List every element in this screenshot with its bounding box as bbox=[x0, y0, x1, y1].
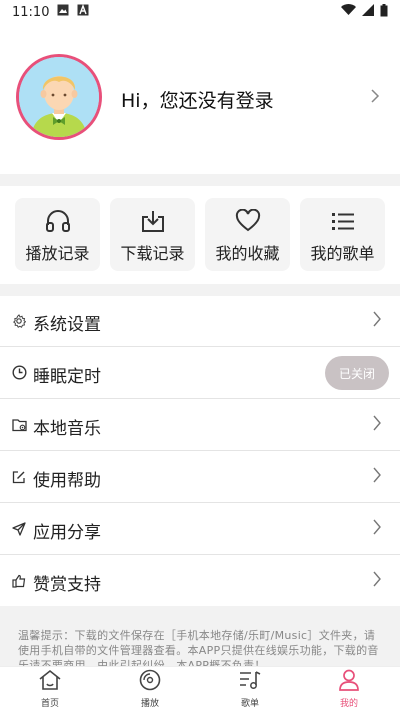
tab-play-label: 播放 bbox=[140, 699, 159, 709]
my-playlists-button[interactable]: 我的歌单 bbox=[300, 198, 385, 271]
sleep-timer-toggle[interactable]: 已关闭 bbox=[325, 356, 389, 390]
chevron-right-icon bbox=[372, 570, 382, 592]
tab-playlists[interactable]: 歌单 bbox=[220, 669, 280, 711]
tab-play[interactable]: 播放 bbox=[120, 669, 180, 711]
quick-actions: 播放记录 下载记录 我的收藏 我的歌单 bbox=[0, 186, 400, 282]
tab-home-label: 首页 bbox=[40, 699, 59, 709]
download-icon bbox=[140, 207, 166, 235]
section-divider bbox=[0, 174, 400, 186]
gear-icon bbox=[12, 313, 27, 332]
login-prompt[interactable]: Hi，您还没有登录 bbox=[121, 86, 274, 113]
system-settings-item[interactable]: 系统设置 bbox=[0, 296, 400, 347]
avatar[interactable] bbox=[16, 54, 102, 140]
status-bar: 11:10 bbox=[0, 0, 400, 24]
thumbs-up-icon bbox=[12, 573, 26, 592]
sleep-timer-label: 睡眠定时 bbox=[33, 367, 101, 387]
battery-icon bbox=[380, 3, 388, 21]
help-item[interactable]: 使用帮助 bbox=[0, 452, 400, 503]
tab-playlists-label: 歌单 bbox=[240, 699, 259, 709]
image-notification-icon bbox=[57, 4, 69, 20]
download-notice: 温馨提示：下载的文件保存在［手机本地存储/乐町/Music］文件夹，请使用手机自… bbox=[0, 606, 400, 666]
list-icon bbox=[330, 207, 356, 235]
chevron-right-icon bbox=[370, 88, 380, 108]
download-history-label: 下载记录 bbox=[120, 244, 185, 263]
chevron-right-icon bbox=[372, 414, 382, 436]
status-time: 11:10 bbox=[12, 4, 50, 20]
local-music-label: 本地音乐 bbox=[33, 419, 101, 439]
chevron-right-icon bbox=[372, 518, 382, 540]
disc-icon bbox=[138, 669, 162, 695]
tab-me-label: 我的 bbox=[339, 699, 358, 709]
tab-me[interactable]: 我的 bbox=[319, 669, 379, 711]
download-history-button[interactable]: 下载记录 bbox=[110, 198, 195, 271]
support-label: 赞赏支持 bbox=[33, 575, 101, 595]
headphones-icon bbox=[45, 207, 71, 235]
system-settings-label: 系统设置 bbox=[33, 315, 101, 335]
user-icon bbox=[337, 669, 361, 695]
a-notification-icon bbox=[77, 4, 89, 20]
sleep-timer-item[interactable]: 睡眠定时 已关闭 bbox=[0, 348, 400, 399]
profile-header[interactable]: Hi，您还没有登录 bbox=[0, 24, 400, 174]
local-music-item[interactable]: 本地音乐 bbox=[0, 400, 400, 451]
section-divider bbox=[0, 284, 400, 296]
wifi-icon bbox=[341, 4, 356, 20]
clock-icon bbox=[12, 365, 27, 384]
support-item[interactable]: 赞赏支持 bbox=[0, 556, 400, 607]
my-favorites-label: 我的收藏 bbox=[215, 244, 280, 263]
share-app-item[interactable]: 应用分享 bbox=[0, 504, 400, 555]
my-favorites-button[interactable]: 我的收藏 bbox=[205, 198, 290, 271]
chevron-right-icon bbox=[372, 310, 382, 332]
send-icon bbox=[12, 521, 26, 540]
play-history-label: 播放记录 bbox=[25, 244, 90, 263]
tab-home[interactable]: 首页 bbox=[20, 669, 80, 711]
my-playlists-label: 我的歌单 bbox=[310, 244, 375, 263]
heart-icon bbox=[235, 207, 261, 235]
home-icon bbox=[38, 669, 62, 695]
signal-icon bbox=[362, 4, 374, 20]
share-app-label: 应用分享 bbox=[33, 523, 101, 543]
help-label: 使用帮助 bbox=[33, 471, 101, 491]
playlist-icon bbox=[238, 669, 262, 695]
play-history-button[interactable]: 播放记录 bbox=[15, 198, 100, 271]
bottom-tab-bar: 首页 播放 歌单 我的 bbox=[0, 666, 400, 712]
edit-icon bbox=[12, 469, 26, 488]
chevron-right-icon bbox=[372, 466, 382, 488]
folder-music-icon bbox=[12, 417, 28, 436]
notice-text: 温馨提示：下载的文件保存在［手机本地存储/乐町/Music］文件夹，请使用手机自… bbox=[18, 629, 379, 666]
